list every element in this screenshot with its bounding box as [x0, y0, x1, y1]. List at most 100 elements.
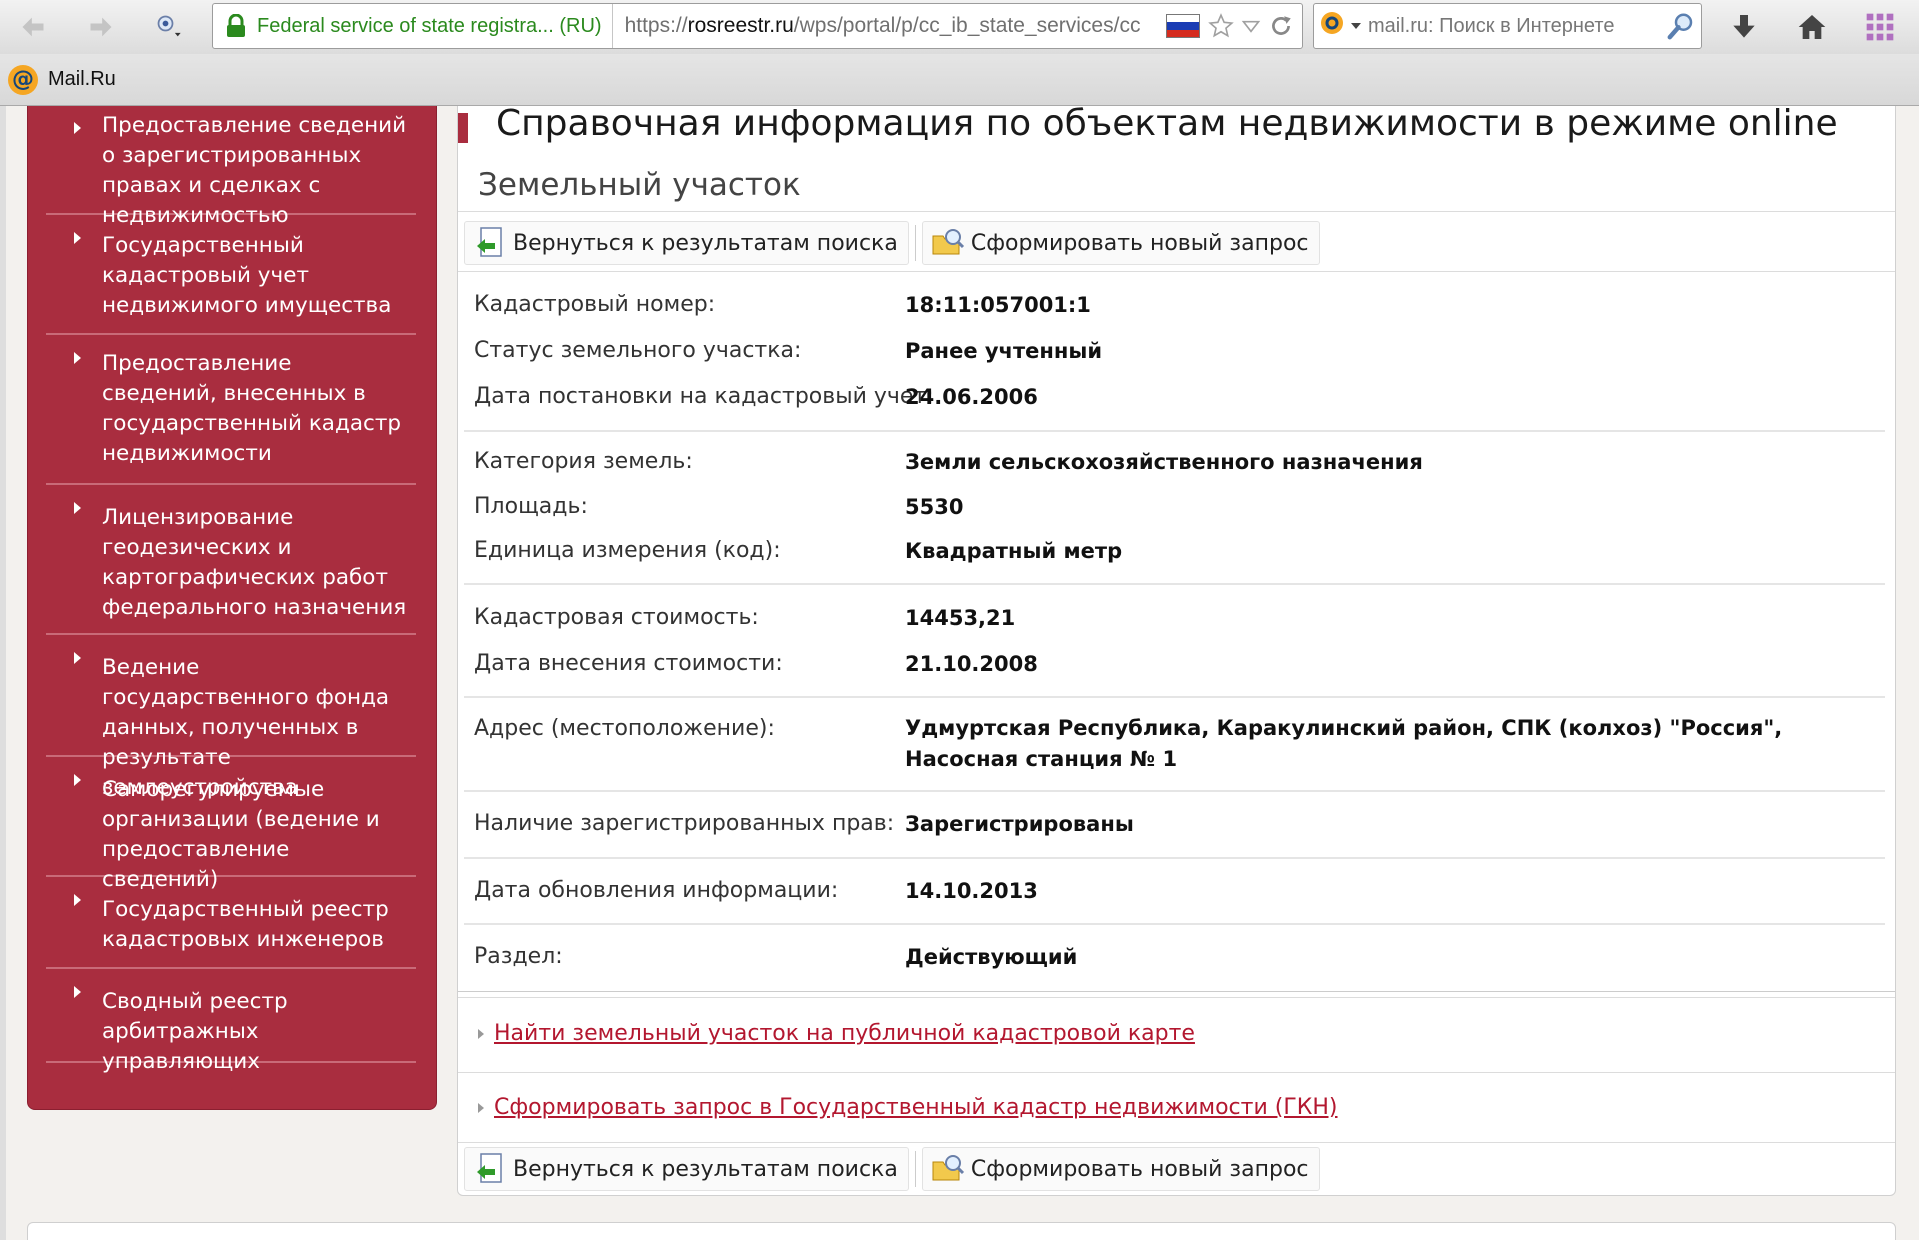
home-icon	[1798, 15, 1826, 39]
gkn-request-link-row: Сформировать запрос в Государственный ка…	[478, 1095, 1338, 1120]
back-to-results-button-bottom[interactable]: Вернуться к результатам поиска	[464, 1147, 909, 1191]
field-value: 18:11:057001:1	[905, 293, 1091, 317]
search-go-button[interactable]	[1661, 6, 1701, 46]
caret-right-icon	[74, 652, 81, 664]
site-identity-label: Federal service of state registra... (RU…	[257, 14, 602, 37]
url-bar[interactable]: Federal service of state registra... (RU…	[212, 3, 1303, 49]
field-label: Дата обновления информации:	[474, 878, 839, 903]
caret-right-icon	[74, 232, 81, 244]
field-label: Раздел:	[474, 944, 563, 969]
site-identity[interactable]: Federal service of state registra... (RU…	[213, 4, 613, 48]
divider	[458, 997, 1895, 998]
url-host: rosreestr.ru	[687, 14, 794, 37]
new-request-label: Сформировать новый запрос	[970, 1156, 1309, 1182]
field-value: Действующий	[905, 945, 1078, 969]
field-value: Земли сельскохозяйственного назначения	[905, 450, 1423, 474]
sidebar-item-cadastral-registration[interactable]: Государственный кадастровый учет недвижи…	[46, 221, 416, 335]
sidebar-item-label: Государственный кадастровый учет недвижи…	[102, 233, 392, 318]
caret-right-icon	[478, 1028, 484, 1039]
back-to-results-label: Вернуться к результатам поиска	[513, 230, 898, 256]
browser-toolbar: Federal service of state registra... (RU…	[0, 0, 1919, 54]
url-prefix: https://	[624, 14, 688, 37]
sidebar-item-sro[interactable]: Саморегулируемые организации (ведение и …	[46, 763, 416, 892]
sidebar-item-cadastre-info[interactable]: Предоставление сведений, внесенных в гос…	[46, 341, 416, 485]
title-accent	[458, 113, 468, 143]
sidebar-item-label: Сводный реестр арбитражных управляющих	[102, 989, 288, 1074]
back-to-results-label: Вернуться к результатам поиска	[513, 1156, 898, 1182]
sidebar-item-label: Предоставление сведений, внесенных в гос…	[102, 351, 402, 466]
downloads-button[interactable]	[1722, 6, 1766, 48]
field-label: Категория земель:	[474, 449, 693, 474]
history-button[interactable]	[150, 8, 188, 46]
bookmarks-toolbar: @ Mail.Ru	[0, 54, 1919, 106]
caret-right-icon	[74, 986, 81, 998]
field-value: Зарегистрированы	[905, 812, 1134, 836]
forward-button[interactable]	[82, 8, 120, 46]
sidebar-item-engineers-registry[interactable]: Государственный реестр кадастровых инжен…	[46, 883, 416, 969]
divider	[458, 1142, 1895, 1143]
reload-button[interactable]	[1266, 11, 1296, 41]
divider	[458, 271, 1895, 272]
russia-flag-icon	[1166, 14, 1200, 38]
field-label: Статус земельного участка:	[474, 338, 802, 363]
sidebar-item-geodesy-licensing[interactable]: Лицензирование геодезических и картограф…	[46, 491, 416, 635]
field-value: 24.06.2006	[905, 385, 1038, 409]
button-separator	[914, 225, 916, 261]
row-separator	[464, 696, 1885, 698]
folder-search-icon	[932, 1155, 964, 1181]
url-dropdown-button[interactable]	[1236, 11, 1266, 41]
row-separator	[464, 430, 1885, 432]
divider	[458, 991, 1895, 992]
url-text[interactable]: https://rosreestr.ru/wps/portal/p/cc_ib_…	[613, 14, 1160, 38]
back-document-icon	[477, 227, 502, 257]
field-value: Ранее учтенный	[905, 339, 1103, 363]
new-request-button[interactable]: Сформировать новый запрос	[921, 221, 1320, 265]
field-label: Дата постановки на кадастровый учет:	[474, 384, 934, 409]
row-separator	[464, 857, 1885, 859]
field-label: Наличие зарегистрированных прав:	[474, 811, 895, 836]
divider	[458, 211, 1895, 212]
sidebar-item-arbitration-registry[interactable]: Сводный реестр арбитражных управляющих	[46, 975, 416, 1074]
divider	[458, 1072, 1895, 1073]
bookmark-mailru[interactable]: @ Mail.Ru	[8, 64, 116, 95]
public-cadastral-map-link[interactable]: Найти земельный участок на публичной кад…	[494, 1021, 1195, 1046]
services-sidebar: Предоставление сведений о зарегистрирова…	[27, 106, 437, 1110]
field-value: 14453,21	[905, 606, 1016, 630]
field-label: Дата внесения стоимости:	[474, 651, 783, 676]
download-arrow-icon	[1733, 15, 1755, 38]
lock-icon	[227, 14, 245, 37]
gkn-request-link[interactable]: Сформировать запрос в Государственный ка…	[494, 1095, 1338, 1120]
search-input[interactable]: mail.ru: Поиск в Интернете	[1368, 15, 1661, 38]
sidebar-item-label: Предоставление сведений о зарегистрирова…	[102, 113, 407, 228]
field-value: Удмуртская Республика, Каракулинский рай…	[905, 716, 1783, 771]
field-value: Квадратный метр	[905, 539, 1123, 563]
sidebar-item-land-data-fund[interactable]: Ведение государственного фонда данных, п…	[46, 641, 416, 800]
back-button[interactable]	[14, 8, 52, 46]
arrow-left-icon	[22, 17, 44, 37]
row-separator	[464, 583, 1885, 585]
sidebar-item-label: Государственный реестр кадастровых инжен…	[102, 897, 389, 952]
section-title: Земельный участок	[478, 167, 801, 203]
search-engine-button[interactable]	[1314, 6, 1368, 46]
back-to-results-button[interactable]: Вернуться к результатам поиска	[464, 221, 909, 265]
apps-grid-button[interactable]	[1858, 6, 1902, 48]
row-separator	[464, 790, 1885, 792]
home-button[interactable]	[1790, 6, 1834, 48]
field-label: Площадь:	[474, 494, 588, 519]
field-value: 14.10.2013	[905, 879, 1038, 903]
sidebar-item-label: Саморегулируемые организации (ведение и …	[102, 777, 380, 892]
footer-panel	[27, 1222, 1896, 1240]
page-edge	[0, 106, 6, 1240]
folder-search-icon	[932, 229, 964, 255]
caret-right-icon	[74, 774, 81, 786]
caret-right-icon	[74, 894, 81, 906]
page-title: Справочная информация по объектам недвиж…	[496, 106, 1838, 144]
field-label: Единица измерения (код):	[474, 538, 781, 563]
bookmark-star-button[interactable]	[1206, 11, 1236, 41]
new-request-button-bottom[interactable]: Сформировать новый запрос	[921, 1147, 1320, 1191]
sidebar-item-label: Лицензирование геодезических и картограф…	[102, 505, 407, 620]
sidebar-item-rights-info[interactable]: Предоставление сведений о зарегистрирова…	[46, 111, 416, 228]
bottom-action-bar: Вернуться к результатам поиска Сформиров…	[464, 1146, 1326, 1192]
search-bar[interactable]: mail.ru: Поиск в Интернете	[1313, 3, 1702, 49]
field-value: 5530	[905, 495, 964, 519]
